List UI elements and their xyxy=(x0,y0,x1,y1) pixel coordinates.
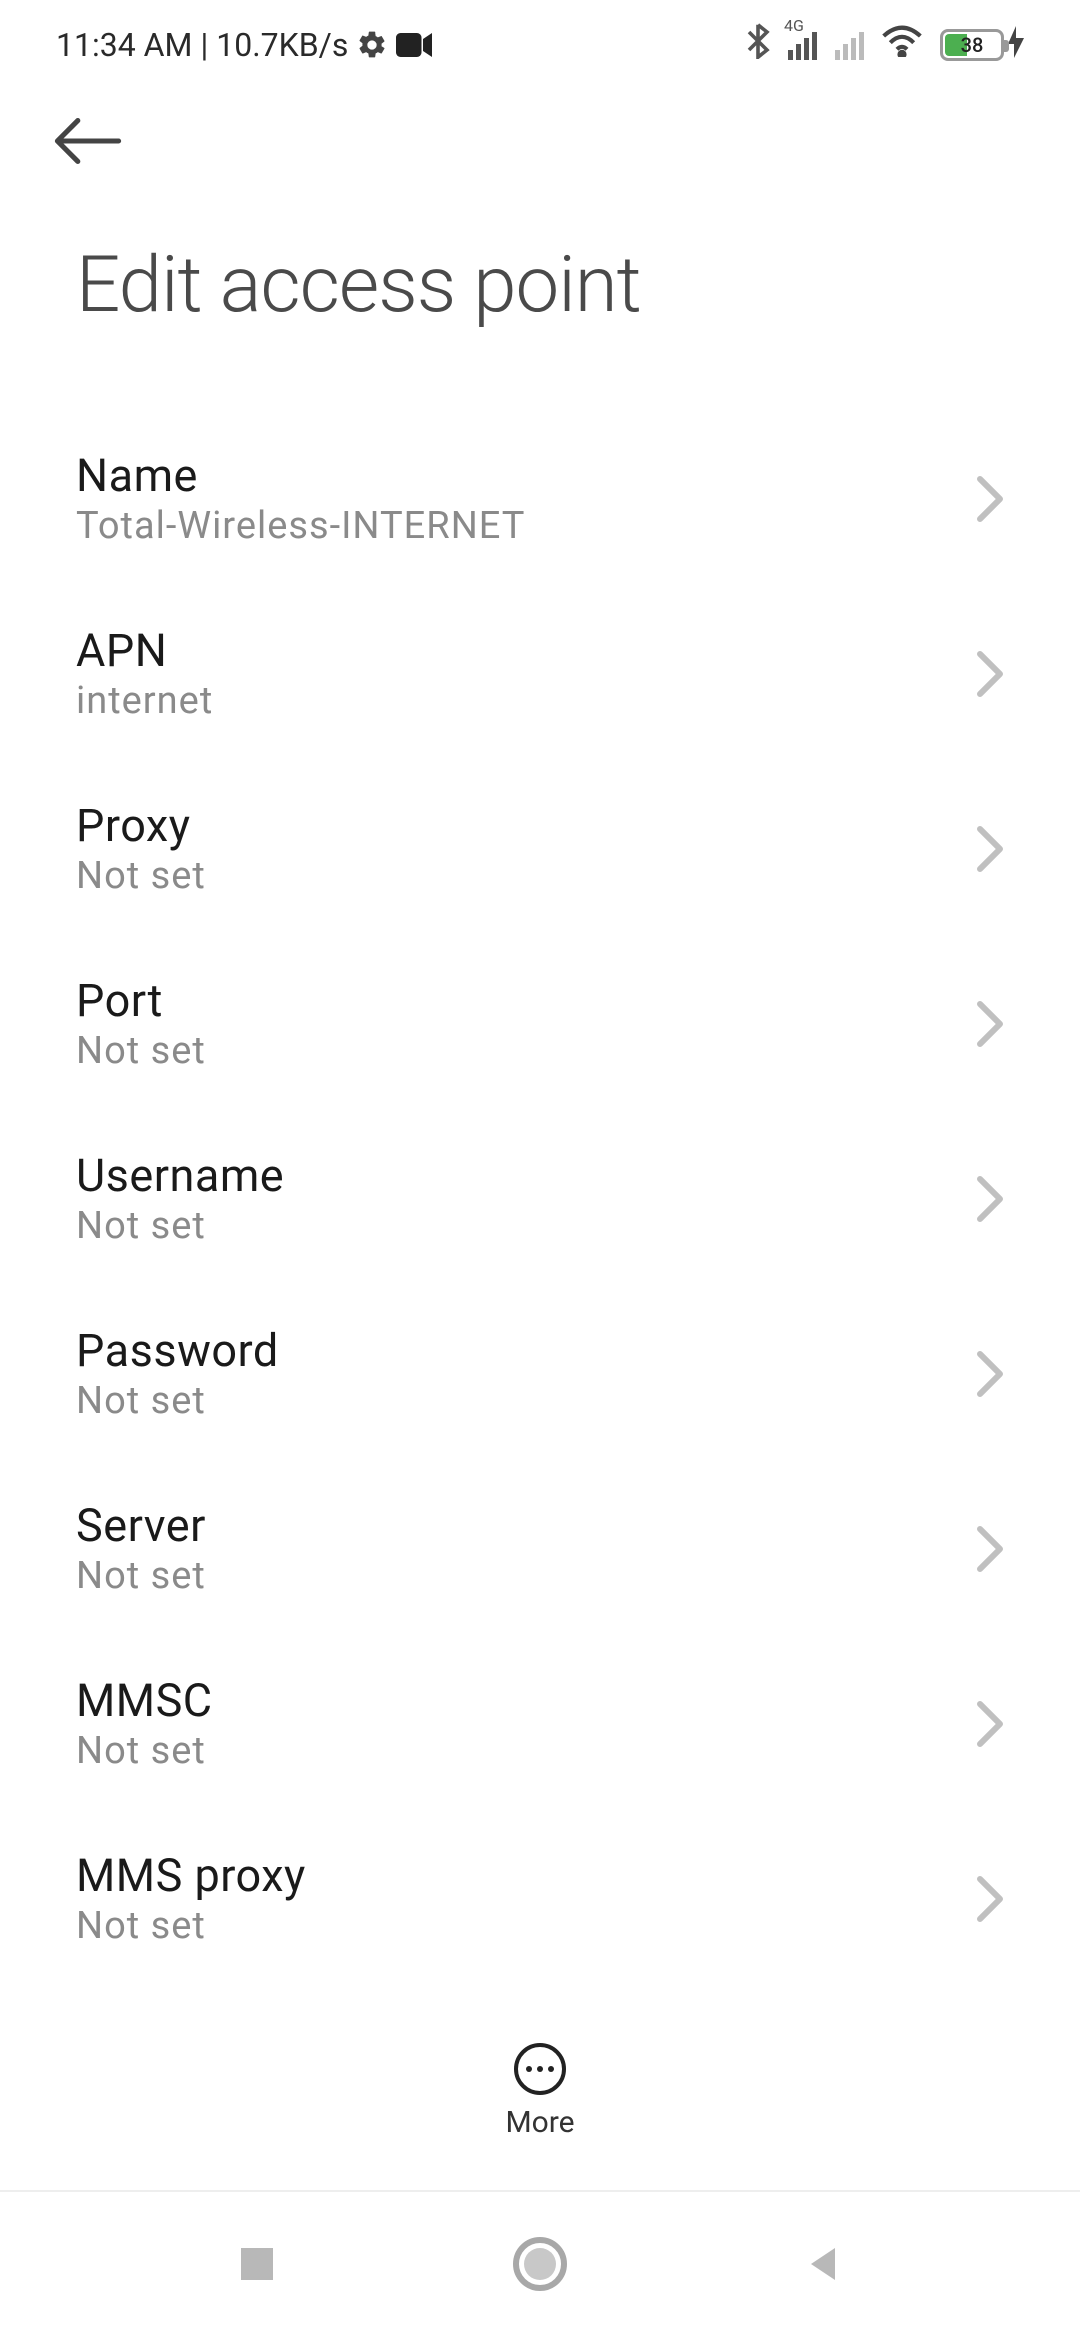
row-label: Username xyxy=(76,1149,976,1202)
row-value: Not set xyxy=(76,1029,976,1073)
charging-icon xyxy=(1008,26,1024,65)
apn-name-row[interactable]: Name Total-Wireless-INTERNET xyxy=(0,411,1080,586)
nav-back-button[interactable] xyxy=(803,2244,843,2288)
wifi-icon xyxy=(882,25,922,65)
status-right: 4G 38 xyxy=(746,23,1024,67)
bluetooth-icon xyxy=(746,23,770,67)
back-arrow-icon xyxy=(54,116,122,166)
status-net-speed: 10.7KB/s xyxy=(216,26,348,64)
status-time: 11:34 AM xyxy=(56,26,192,64)
proxy-row[interactable]: Proxy Not set xyxy=(0,761,1080,936)
more-label: More xyxy=(505,2105,574,2140)
back-button[interactable] xyxy=(0,90,1080,180)
row-value: internet xyxy=(76,679,976,723)
chevron-right-icon xyxy=(976,824,1004,874)
navigation-bar xyxy=(0,2190,1080,2340)
nav-home-button[interactable] xyxy=(512,2236,568,2296)
battery-percent: 38 xyxy=(943,33,1001,57)
status-bar: 11:34 AM | 10.7KB/s 4G xyxy=(0,0,1080,90)
camera-icon xyxy=(396,32,432,58)
username-row[interactable]: Username Not set xyxy=(0,1111,1080,1286)
port-row[interactable]: Port Not set xyxy=(0,936,1080,1111)
chevron-right-icon xyxy=(976,1174,1004,1224)
row-value: Not set xyxy=(76,1729,976,1773)
apn-row[interactable]: APN internet xyxy=(0,586,1080,761)
chevron-right-icon xyxy=(976,999,1004,1049)
more-icon xyxy=(514,2043,566,2095)
status-sep: | xyxy=(200,26,208,64)
chevron-right-icon xyxy=(976,649,1004,699)
row-value: Not set xyxy=(76,1554,976,1598)
chevron-right-icon xyxy=(976,474,1004,524)
row-value: Not set xyxy=(76,854,976,898)
server-row[interactable]: Server Not set xyxy=(0,1461,1080,1636)
row-label: APN xyxy=(76,624,976,677)
password-row[interactable]: Password Not set xyxy=(0,1286,1080,1461)
row-label: Server xyxy=(76,1499,976,1552)
row-label: Proxy xyxy=(76,799,976,852)
row-value: Total-Wireless-INTERNET xyxy=(76,504,976,548)
status-left: 11:34 AM | 10.7KB/s xyxy=(56,26,432,64)
chevron-right-icon xyxy=(976,1874,1004,1924)
nav-recent-button[interactable] xyxy=(237,2244,277,2288)
row-label: Password xyxy=(76,1324,976,1377)
mmsc-row[interactable]: MMSC Not set xyxy=(0,1636,1080,1811)
signal-1: 4G xyxy=(788,30,817,60)
signal-2 xyxy=(835,30,864,60)
mms-proxy-row[interactable]: MMS proxy Not set xyxy=(0,1811,1080,1986)
row-label: Port xyxy=(76,974,976,1027)
settings-list: Name Total-Wireless-INTERNET APN interne… xyxy=(0,351,1080,1986)
gear-icon xyxy=(356,29,388,61)
row-label: Name xyxy=(76,449,976,502)
row-value: Not set xyxy=(76,1204,976,1248)
more-button[interactable]: More xyxy=(0,2043,1080,2140)
chevron-right-icon xyxy=(976,1524,1004,1574)
row-label: MMSC xyxy=(76,1674,976,1727)
row-value: Not set xyxy=(76,1379,976,1423)
page-title: Edit access point xyxy=(0,180,1080,351)
row-value: Not set xyxy=(76,1904,976,1948)
row-label: MMS proxy xyxy=(76,1849,976,1902)
battery-indicator: 38 xyxy=(940,26,1024,65)
chevron-right-icon xyxy=(976,1699,1004,1749)
net-type-label: 4G xyxy=(784,16,804,35)
chevron-right-icon xyxy=(976,1349,1004,1399)
